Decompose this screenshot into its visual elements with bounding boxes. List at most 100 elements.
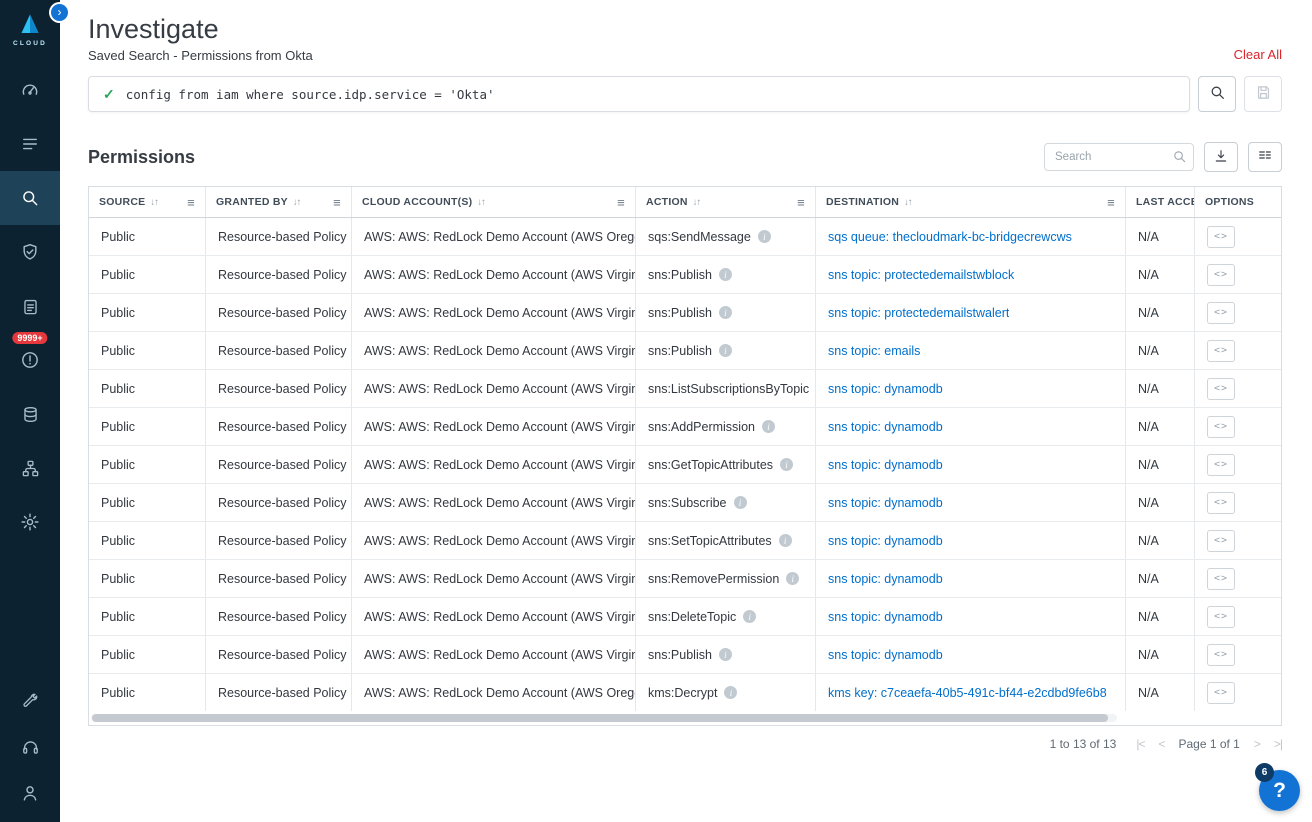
info-icon[interactable]: i	[719, 306, 732, 319]
sidebar-item-inventory[interactable]	[0, 117, 60, 171]
column-menu-icon[interactable]: ≡	[1107, 195, 1115, 210]
save-search-button[interactable]	[1244, 76, 1282, 112]
column-header-destination[interactable]: DESTINATION ↓↑ ≡	[816, 187, 1126, 217]
code-icon: <>	[1214, 573, 1228, 584]
last-page-button[interactable]: >|	[1274, 737, 1282, 751]
destination-link[interactable]: sns topic: protectedemailstwalert	[828, 306, 1009, 320]
sidebar-item-data-security[interactable]	[0, 387, 60, 441]
info-icon[interactable]: i	[758, 230, 771, 243]
inspect-json-button[interactable]: <>	[1207, 264, 1235, 286]
code-icon: <>	[1214, 535, 1228, 546]
next-page-button[interactable]: >	[1254, 737, 1260, 751]
download-csv-button[interactable]	[1204, 142, 1238, 172]
info-icon[interactable]: i	[719, 268, 732, 281]
sidebar-item-compliance[interactable]	[0, 225, 60, 279]
gear-icon	[20, 512, 40, 532]
sort-icon[interactable]: ↓↑	[477, 197, 485, 208]
info-icon[interactable]: i	[762, 420, 775, 433]
column-settings-button[interactable]	[1248, 142, 1282, 172]
info-icon[interactable]: i	[779, 534, 792, 547]
info-icon[interactable]: i	[780, 458, 793, 471]
cell-options: <>	[1195, 522, 1281, 559]
info-icon[interactable]: i	[743, 610, 756, 623]
column-header-last-accessed[interactable]: LAST ACCESSED	[1126, 187, 1195, 217]
help-button[interactable]: 6 ?	[1259, 770, 1300, 811]
horizontal-scrollbar-track[interactable]	[91, 714, 1117, 722]
destination-link[interactable]: sns topic: dynamodb	[828, 648, 943, 662]
inspect-json-button[interactable]: <>	[1207, 454, 1235, 476]
run-search-button[interactable]	[1198, 76, 1236, 112]
horizontal-scrollbar-thumb[interactable]	[92, 714, 1108, 722]
sidebar-item-support[interactable]	[0, 724, 60, 770]
destination-link[interactable]: sns topic: emails	[828, 344, 920, 358]
sidebar-item-reports[interactable]	[0, 279, 60, 333]
inspect-json-button[interactable]: <>	[1207, 568, 1235, 590]
destination-link[interactable]: sns topic: dynamodb	[828, 496, 943, 510]
inspect-json-button[interactable]: <>	[1207, 492, 1235, 514]
column-header-source[interactable]: SOURCE ↓↑ ≡	[89, 187, 206, 217]
pagination: 1 to 13 of 13 |< < Page 1 of 1 > >|	[88, 737, 1282, 751]
inspect-json-button[interactable]: <>	[1207, 606, 1235, 628]
inspect-json-button[interactable]: <>	[1207, 340, 1235, 362]
title-block: Investigate Saved Search - Permissions f…	[88, 14, 313, 63]
database-stack-icon	[21, 405, 40, 424]
destination-link[interactable]: kms key: c7ceaefa-40b5-491c-bf44-e2cdbd9…	[828, 686, 1107, 700]
brand-logo[interactable]: CLOUD	[13, 12, 47, 47]
sidebar-item-profile[interactable]	[0, 770, 60, 816]
destination-link[interactable]: sns topic: dynamodb	[828, 534, 943, 548]
destination-link[interactable]: sns topic: dynamodb	[828, 420, 943, 434]
sort-icon[interactable]: ↓↑	[293, 197, 301, 208]
cell-granted-by: Resource-based Policy	[206, 522, 352, 559]
inspect-json-button[interactable]: <>	[1207, 644, 1235, 666]
sort-icon[interactable]: ↓↑	[904, 197, 912, 208]
clear-all-button[interactable]: Clear All	[1234, 47, 1282, 63]
inspect-json-button[interactable]: <>	[1207, 682, 1235, 704]
destination-link[interactable]: sns topic: protectedemailstwblock	[828, 268, 1014, 282]
column-menu-icon[interactable]: ≡	[797, 195, 805, 210]
destination-link[interactable]: sns topic: dynamodb	[828, 610, 943, 624]
column-header-granted-by[interactable]: GRANTED BY ↓↑ ≡	[206, 187, 352, 217]
destination-link[interactable]: sqs queue: thecloudmark-bc-bridgecrewcws	[828, 230, 1072, 244]
cell-source: Public	[89, 446, 206, 483]
destination-link[interactable]: sns topic: dynamodb	[828, 458, 943, 472]
cell-options: <>	[1195, 636, 1281, 673]
column-header-cloud-account[interactable]: CLOUD ACCOUNT(S) ↓↑ ≡	[352, 187, 636, 217]
inspect-json-button[interactable]: <>	[1207, 226, 1235, 248]
code-icon: <>	[1214, 269, 1228, 280]
cell-action: sns:Publish i	[636, 256, 816, 293]
dashboard-icon	[20, 80, 40, 100]
inspect-json-button[interactable]: <>	[1207, 530, 1235, 552]
info-icon[interactable]: i	[786, 572, 799, 585]
destination-link[interactable]: sns topic: dynamodb	[828, 382, 943, 396]
query-input[interactable]: ✓ config from iam where source.idp.servi…	[88, 76, 1190, 112]
sidebar-item-network[interactable]	[0, 441, 60, 495]
search-icon	[20, 188, 40, 208]
inspect-json-button[interactable]: <>	[1207, 378, 1235, 400]
column-menu-icon[interactable]: ≡	[617, 195, 625, 210]
inspect-json-button[interactable]: <>	[1207, 302, 1235, 324]
inspect-json-button[interactable]: <>	[1207, 416, 1235, 438]
info-icon[interactable]: i	[719, 344, 732, 357]
sidebar-item-investigate[interactable]	[0, 171, 60, 225]
sidebar-item-dashboard[interactable]	[0, 63, 60, 117]
sidebar-item-settings[interactable]	[0, 495, 60, 549]
column-header-action[interactable]: ACTION ↓↑ ≡	[636, 187, 816, 217]
cell-destination: sns topic: dynamodb	[816, 370, 1126, 407]
first-page-button[interactable]: |<	[1136, 737, 1144, 751]
table-row: Public Resource-based Policy AWS: AWS: R…	[89, 446, 1281, 484]
sidebar-expand-button[interactable]: ›	[51, 4, 68, 21]
column-menu-icon[interactable]: ≡	[333, 195, 341, 210]
previous-page-button[interactable]: <	[1158, 737, 1164, 751]
shield-check-icon	[20, 242, 40, 262]
info-icon[interactable]: i	[734, 496, 747, 509]
cell-source: Public	[89, 484, 206, 521]
destination-link[interactable]: sns topic: dynamodb	[828, 572, 943, 586]
sort-icon[interactable]: ↓↑	[693, 197, 701, 208]
sidebar-item-tools[interactable]	[0, 678, 60, 724]
info-icon[interactable]: i	[724, 686, 737, 699]
sidebar-item-alerts[interactable]: 9999+	[0, 333, 60, 387]
info-icon[interactable]: i	[719, 648, 732, 661]
column-menu-icon[interactable]: ≡	[187, 195, 195, 210]
action-text: sns:DeleteTopic	[648, 610, 736, 624]
sort-icon[interactable]: ↓↑	[150, 197, 158, 208]
